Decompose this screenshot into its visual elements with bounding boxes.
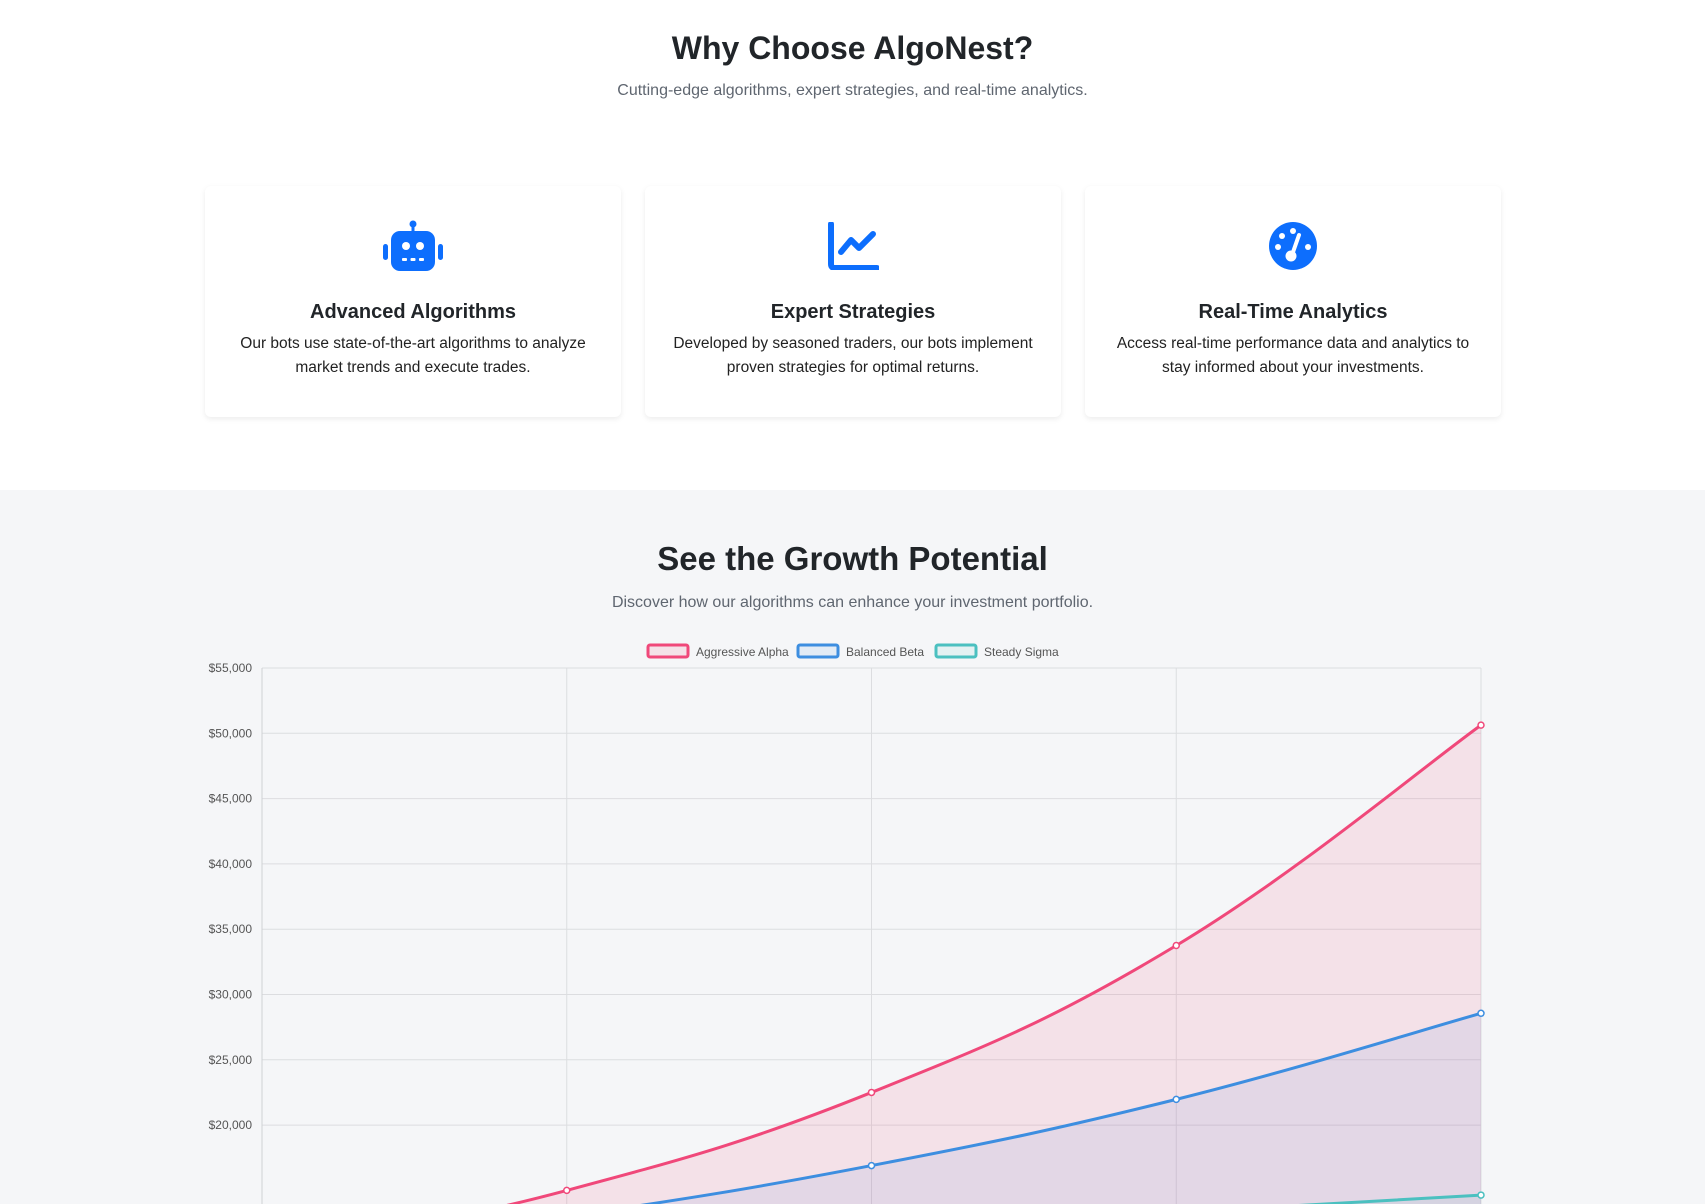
- legend-swatch: [646, 643, 690, 659]
- legend-label: Steady Sigma: [984, 645, 1059, 659]
- legend-swatch: [796, 643, 840, 659]
- series-point-0: [1172, 941, 1180, 950]
- feature-title: Advanced Algorithms: [310, 301, 516, 323]
- legend-label: Balanced Beta: [846, 645, 924, 659]
- gauge-icon: [1085, 220, 1501, 272]
- series-point-0: [1477, 721, 1485, 729]
- legend-label: Aggressive Alpha: [696, 645, 789, 659]
- series-point-0: [563, 1186, 571, 1195]
- series-point-0: [867, 1088, 876, 1097]
- why-title: Why Choose AlgoNest?: [671, 30, 1034, 66]
- chart-line-icon: [645, 220, 1061, 272]
- feature-text: Our bots use state-of-the-art algorithms…: [240, 335, 586, 376]
- feature-card-strategies: Expert Strategies Developed by seasoned …: [645, 186, 1061, 417]
- series-point-2: [1477, 1191, 1485, 1199]
- feature-title: Expert Strategies: [770, 301, 936, 323]
- y-tick-label: $35,000: [209, 922, 253, 936]
- series-point-1: [867, 1161, 876, 1170]
- feature-text: Developed by seasoned traders, our bots …: [673, 335, 1033, 376]
- y-tick-label: $40,000: [209, 857, 253, 871]
- feature-card-algorithms: Advanced Algorithms Our bots use state-o…: [205, 186, 621, 417]
- robot-icon: [205, 220, 621, 272]
- feature-card-analytics: Real-Time Analytics Access real-time per…: [1085, 186, 1501, 417]
- y-tick-label: $45,000: [209, 792, 253, 806]
- feature-text: Access real-time performance data and an…: [1116, 335, 1470, 376]
- why-subtitle: Cutting-edge algorithms, expert strategi…: [617, 82, 1088, 99]
- why-section: Why Choose AlgoNest? Cutting-edge algori…: [0, 0, 1705, 490]
- feature-title: Real-Time Analytics: [1198, 301, 1388, 323]
- growth-section: See the Growth Potential Discover how ou…: [0, 490, 1705, 1204]
- series-point-1: [1477, 1009, 1485, 1018]
- y-tick-label: $20,000: [209, 1118, 253, 1132]
- y-tick-label: $30,000: [209, 988, 253, 1002]
- legend-swatch: [934, 643, 978, 659]
- y-tick-label: $50,000: [209, 726, 253, 740]
- series-point-1: [1172, 1095, 1180, 1104]
- y-tick-label: $25,000: [209, 1053, 253, 1067]
- growth-chart: $55,000 $50,000 $45,000 $40,000 $35,000 $30,0…: [209, 643, 1485, 1204]
- y-tick-label: $55,000: [209, 661, 253, 675]
- feature-cards: Advanced Algorithms Our bots use state-o…: [205, 186, 1501, 417]
